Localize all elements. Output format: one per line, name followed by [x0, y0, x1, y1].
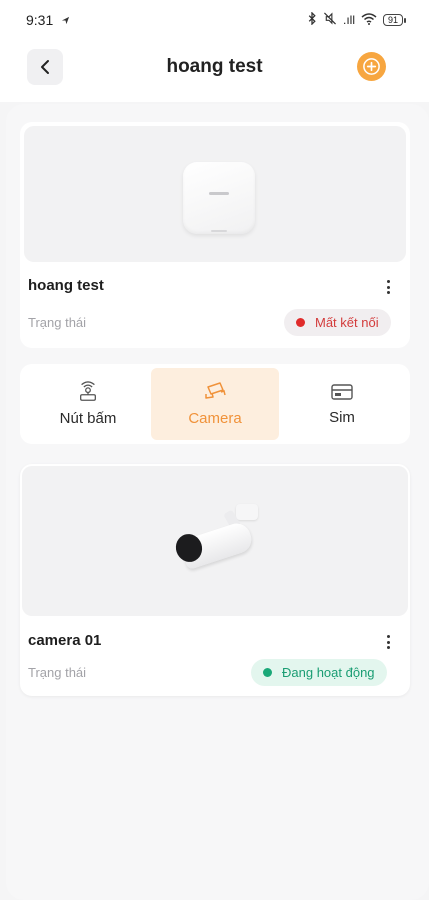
mute-icon [323, 12, 337, 28]
camera-status-badge: Đang hoạt động [251, 659, 387, 686]
tab-label: Nút bấm [59, 410, 117, 427]
device-card[interactable]: hoang test Trạng thái Mất kết nối [20, 122, 410, 348]
camera-name: camera 01 [28, 632, 102, 649]
app-header: hoang test [0, 40, 429, 102]
bluetooth-icon [307, 11, 317, 28]
cctv-icon [205, 382, 226, 399]
location-arrow-icon [61, 12, 70, 28]
tab-label: Sim [329, 409, 355, 426]
tab-camera[interactable]: Camera [151, 368, 279, 440]
device-status-label: Trạng thái [28, 315, 87, 330]
device-name: hoang test [28, 277, 104, 294]
camera-image [22, 466, 408, 616]
router-icon [80, 381, 96, 401]
device-status-text: Mất kết nối [315, 315, 379, 330]
plus-circle-icon [363, 58, 380, 75]
tab-bar: Nút bấm Camera Sim [20, 364, 410, 444]
tab-label: Camera [188, 410, 242, 427]
device-image [24, 126, 406, 262]
status-dot-icon [263, 668, 272, 677]
device-more-icon[interactable] [382, 279, 394, 295]
add-button[interactable] [357, 52, 386, 81]
camera-status-label: Trạng thái [28, 665, 87, 680]
signal-icon: .ıll [342, 13, 355, 27]
clock: 9:31 [26, 12, 54, 28]
camera-card[interactable]: camera 01 Trạng thái Đang hoạt động [20, 464, 410, 696]
battery-indicator: 91 [382, 14, 407, 26]
sim-card-icon [331, 384, 353, 400]
status-dot-icon [296, 318, 305, 327]
camera-mount-base [236, 504, 258, 520]
hub-device-image [183, 162, 255, 234]
hub-light [211, 230, 227, 232]
status-left: 9:31 [26, 12, 70, 28]
tab-button[interactable]: Nút bấm [24, 368, 152, 440]
hub-logo [209, 192, 229, 195]
device-status-badge: Mất kết nối [284, 309, 391, 336]
camera-status-text: Đang hoạt động [282, 665, 375, 680]
status-right: .ıll 91 [307, 11, 407, 28]
wifi-icon [361, 12, 377, 28]
status-bar: 9:31 .ıll 91 [0, 0, 429, 40]
tab-sim[interactable]: Sim [278, 368, 406, 440]
camera-more-icon[interactable] [382, 634, 394, 650]
